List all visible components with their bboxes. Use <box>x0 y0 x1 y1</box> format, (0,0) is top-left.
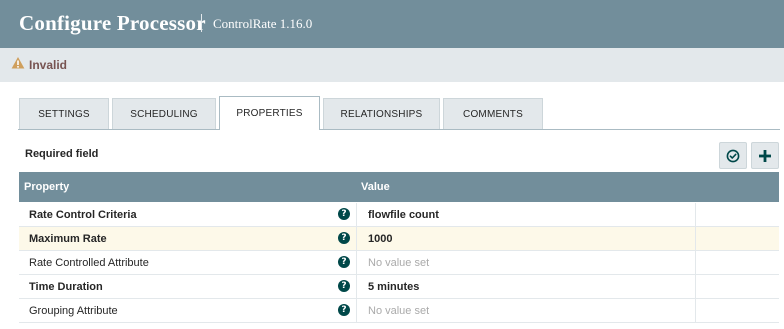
verify-properties-button[interactable] <box>719 142 747 169</box>
column-divider <box>695 299 696 323</box>
property-name: Rate Controlled Attribute <box>29 257 149 269</box>
status-text: Invalid <box>29 58 68 72</box>
add-property-button[interactable] <box>751 142 779 169</box>
column-divider <box>356 275 357 299</box>
help-icon[interactable]: ? <box>338 232 350 244</box>
column-header-value[interactable]: Value <box>361 181 390 193</box>
required-field-label: Required field <box>25 148 99 160</box>
property-name: Rate Control Criteria <box>29 209 137 221</box>
property-row[interactable]: Rate Controlled Attribute ? No value set <box>19 251 779 275</box>
column-divider <box>695 251 696 275</box>
property-name: Grouping Attribute <box>29 305 118 317</box>
column-divider <box>695 227 696 251</box>
column-divider <box>356 299 357 323</box>
property-name: Time Duration <box>29 281 103 293</box>
help-icon[interactable]: ? <box>338 208 350 220</box>
tab-relationships[interactable]: RELATIONSHIPS <box>323 98 440 129</box>
status-bar: Invalid <box>0 48 784 82</box>
property-value[interactable]: No value set <box>368 305 429 317</box>
tab-scheduling[interactable]: SCHEDULING <box>112 98 216 129</box>
column-divider <box>356 203 357 227</box>
plus-icon <box>759 149 771 162</box>
column-divider <box>695 203 696 227</box>
property-row[interactable]: Time Duration ? 5 minutes <box>19 275 779 299</box>
tab-properties[interactable]: PROPERTIES <box>219 96 320 130</box>
header-divider <box>201 14 202 32</box>
column-header-property[interactable]: Property <box>24 181 69 193</box>
column-divider <box>356 251 357 275</box>
help-icon[interactable]: ? <box>338 256 350 268</box>
property-name: Maximum Rate <box>29 233 107 245</box>
property-row[interactable]: Grouping Attribute ? No value set <box>19 299 779 323</box>
verify-icon <box>726 149 740 162</box>
help-icon[interactable]: ? <box>338 304 350 316</box>
help-icon[interactable]: ? <box>338 280 350 292</box>
column-divider <box>356 227 357 251</box>
property-value[interactable]: No value set <box>368 257 429 269</box>
column-divider <box>695 275 696 299</box>
property-row[interactable]: Rate Control Criteria ? flowfile count <box>19 203 779 227</box>
tab-settings[interactable]: SETTINGS <box>19 98 109 129</box>
processor-type-label: ControlRate 1.16.0 <box>213 16 313 31</box>
dialog-header: Configure Processor ControlRate 1.16.0 <box>0 0 784 48</box>
properties-table-header: Property Value <box>19 172 779 202</box>
tab-underline <box>18 129 780 130</box>
warning-icon <box>11 57 25 69</box>
dialog-title: Configure Processor <box>19 11 206 35</box>
property-value[interactable]: 1000 <box>368 233 392 245</box>
tab-comments[interactable]: COMMENTS <box>443 98 543 129</box>
property-row[interactable]: Maximum Rate ? 1000 <box>19 227 779 251</box>
property-value[interactable]: 5 minutes <box>368 281 419 293</box>
property-value[interactable]: flowfile count <box>368 209 439 221</box>
